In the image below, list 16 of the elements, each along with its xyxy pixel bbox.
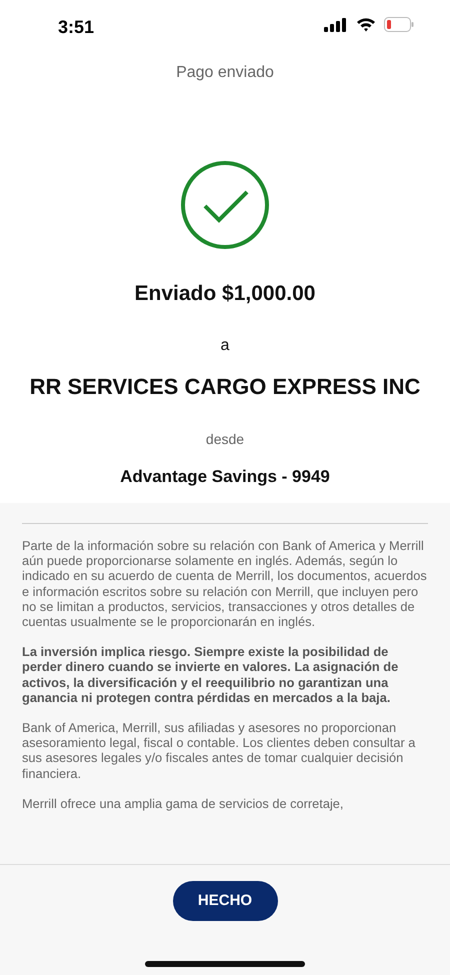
done-button[interactable]: HECHO bbox=[172, 881, 278, 921]
amount-sent: Enviado $1,000.00 bbox=[134, 281, 316, 307]
to-label: a bbox=[220, 336, 230, 356]
account-name: Advantage Savings - 9949 bbox=[119, 466, 331, 488]
signal-icon bbox=[324, 18, 348, 32]
status-time: 3:51 bbox=[58, 16, 94, 39]
from-label: desde bbox=[204, 430, 246, 448]
recipient-name: RR SERVICES CARGO EXPRESS INC bbox=[30, 372, 420, 400]
wifi-icon bbox=[356, 17, 376, 32]
disclosure-paragraph: Parte de la información sobre su relación con Bank of America y Merrill aún puede proporcionarse solamente en inglés. Además, según lo indicado en su acuerdo de cuenta de Merrill, los documentos, acuerdos e información escritos sobre su relación con Merrill, que incluyen pero no se limitan a productos, servicios, transacciones y otros detalles de cuentas usualmente se le proporcionarán en inglés. bbox=[22, 538, 428, 630]
disclosure-paragraph: Merrill ofrece una amplia gama de servicios de corretaje, bbox=[22, 796, 344, 812]
battery-icon bbox=[384, 17, 414, 32]
disclosure-paragraph: Bank of America, Merrill, sus afiliadas y asesores no proporcionan asesoramiento legal, fiscal o contable. Los clientes deben consultar a sus asesores legales y/o fiscales antes de tomar cualquier decisión financiera. bbox=[22, 720, 416, 781]
check-circle-icon bbox=[180, 160, 270, 250]
disclosure-paragraph: La inversión implica riesgo. Siempre existe la posibilidad de perder dinero cuando se invierte en valores. La asignación de activos, la diversificación y el reequilibrio no garantizan una ganancia ni protegen contra pérdidas en mercados a la baja. bbox=[22, 644, 400, 706]
screen-title: Pago enviado bbox=[175, 63, 275, 83]
